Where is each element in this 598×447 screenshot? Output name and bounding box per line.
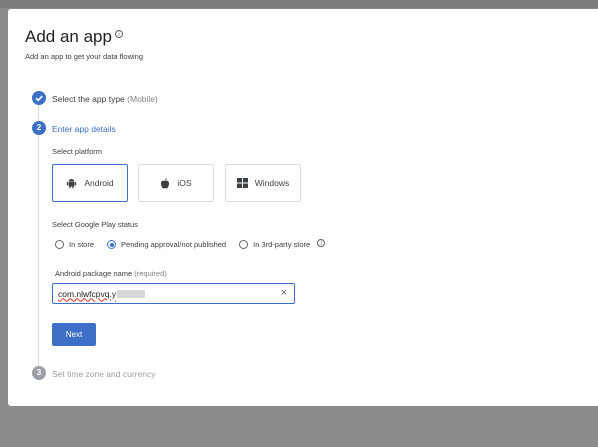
clear-icon[interactable]: ×	[281, 287, 287, 299]
step-1-check-icon	[32, 91, 46, 105]
step-3-label: Set time zone and currency	[52, 369, 156, 379]
radio-pending-approval[interactable]: Pending approval/not published	[107, 240, 226, 249]
platform-windows-label: Windows	[254, 178, 290, 188]
radio-third-party-label: In 3rd-party store	[253, 240, 311, 249]
radio-in-store-label: In store	[69, 240, 95, 249]
step-2-number: 2	[32, 121, 46, 135]
radio-in-store[interactable]: In store	[55, 240, 94, 249]
info-icon[interactable]: i	[317, 238, 326, 247]
package-name-label: Android package name (required)	[55, 269, 167, 278]
radio-button-selected[interactable]	[107, 240, 117, 249]
info-icon[interactable]: i	[114, 30, 123, 38]
radio-third-party-store[interactable]: In 3rd-party store	[239, 240, 310, 249]
step-3-number: 3	[32, 366, 46, 380]
radio-button[interactable]	[239, 240, 249, 249]
platform-windows-button[interactable]: Windows	[225, 164, 301, 202]
step-1-label[interactable]: Select the app type (Mobile)	[52, 94, 158, 104]
apple-icon	[160, 178, 170, 189]
package-name-title: Android package name	[55, 269, 133, 278]
step-2-label: Enter app details	[52, 124, 116, 134]
platform-android-button[interactable]: Android	[52, 164, 128, 202]
dialog-subtitle: Add an app to get your data flowing	[25, 52, 144, 61]
play-status-radio-group: In store Pending approval/not published …	[55, 238, 326, 249]
step-1-detail: (Mobile)	[127, 94, 158, 104]
step-1-title: Select the app type	[52, 94, 125, 104]
radio-button[interactable]	[55, 240, 64, 249]
google-play-status-label: Select Google Play status	[52, 220, 138, 229]
platform-ios-label: iOS	[177, 178, 192, 188]
required-hint: (required)	[134, 269, 167, 278]
dialog-title: Add an app	[25, 27, 112, 46]
select-platform-label: Select platform	[52, 147, 103, 156]
platform-android-label: Android	[84, 178, 114, 188]
redacted-text	[117, 289, 146, 298]
next-button[interactable]: Next	[52, 323, 96, 346]
radio-pending-label: Pending approval/not published	[121, 240, 227, 249]
package-name-value: com.nlwfcpvq.y	[58, 288, 117, 299]
add-app-dialog: Add an app i Add an app to get your data…	[8, 9, 598, 406]
android-icon	[66, 178, 77, 189]
dialog-title-row: Add an app i	[25, 27, 123, 47]
windows-icon	[236, 178, 248, 188]
page-overlay-top	[0, 0, 598, 8]
package-name-input[interactable]: com.nlwfcpvq.y ×	[52, 283, 295, 304]
stepper-rail	[38, 105, 39, 377]
platform-ios-button[interactable]: iOS	[138, 164, 214, 202]
